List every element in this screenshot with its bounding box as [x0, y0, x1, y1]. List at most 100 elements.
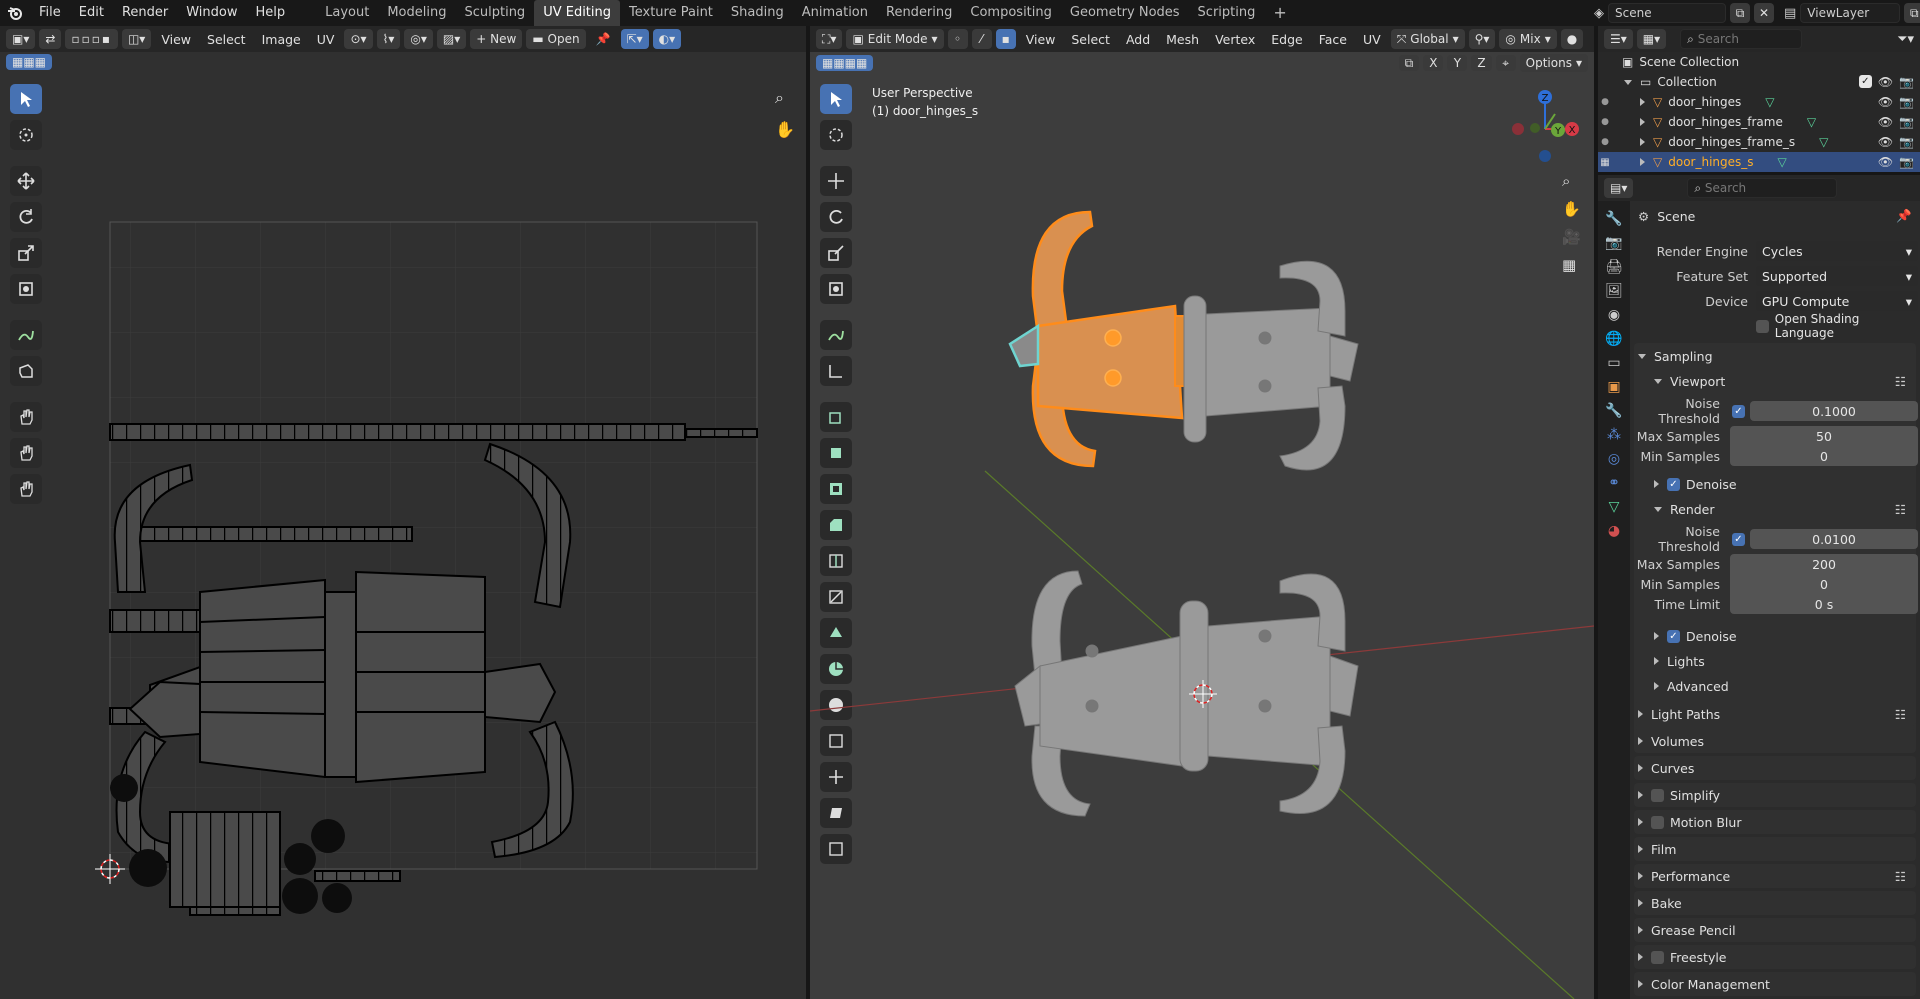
outliner-search-input[interactable]: ⌕ Search	[1680, 29, 1803, 49]
world-tab-icon[interactable]: 🌐	[1605, 331, 1622, 347]
menu-edit[interactable]: Edit	[70, 0, 113, 26]
r-noise-field[interactable]: 0.0100	[1750, 529, 1918, 549]
render-icon[interactable]: 📷	[1899, 155, 1914, 169]
material-tab-icon[interactable]: ◕	[1608, 523, 1620, 539]
uv-menu-image[interactable]: Image	[256, 32, 307, 47]
outliner-collection[interactable]: ▭ Collection ✓ 👁 📷	[1624, 72, 1914, 92]
output-tab-icon[interactable]: 🖨	[1605, 259, 1623, 275]
collection-visibility-icon[interactable]: 👁	[1878, 75, 1893, 89]
panel-light-paths[interactable]: Light Paths ☷	[1638, 701, 1912, 727]
r-max-field[interactable]: 200	[1730, 554, 1918, 574]
properties-editor-type-icon[interactable]: ▤▾	[1604, 178, 1634, 198]
collection-tab-icon[interactable]: ▭	[1607, 355, 1620, 371]
tab-scripting[interactable]: Scripting	[1189, 0, 1265, 26]
advanced-header[interactable]: Advanced	[1654, 673, 1912, 699]
pivot-icon[interactable]: ⊙▾	[344, 29, 373, 49]
menu-file[interactable]: File	[30, 0, 70, 26]
sync-selection-icon[interactable]: ⇄	[39, 29, 62, 49]
object-tab-icon[interactable]: ▣	[1607, 379, 1620, 395]
hinge-selected[interactable]	[1008, 210, 1211, 468]
uv-layout[interactable]	[0, 72, 806, 999]
physics-tab-icon[interactable]: ◎	[1608, 451, 1620, 467]
render-subpanel-header[interactable]: Render ☷	[1654, 496, 1912, 522]
panel-film[interactable]: Film	[1638, 836, 1912, 862]
r-denoise-header[interactable]: ✓ Denoise	[1654, 623, 1912, 649]
panel-grease-pencil[interactable]: Grease Pencil	[1638, 917, 1912, 943]
proportional-icon[interactable]: ◎▾	[404, 29, 433, 49]
new-image-button[interactable]: + New	[470, 29, 523, 49]
gizmo-toggle-icon[interactable]: ⇱▾	[620, 29, 649, 49]
visibility-icon[interactable]: 👁	[1878, 135, 1893, 149]
render-icon[interactable]: 📷	[1899, 115, 1914, 129]
constraints-tab-icon[interactable]: ⚭	[1608, 475, 1620, 491]
add-workspace-icon[interactable]: +	[1264, 0, 1295, 26]
panel-bake[interactable]: Bake	[1638, 890, 1912, 916]
view-layer-tab-icon[interactable]: 🖼	[1605, 283, 1623, 299]
render-engine-select[interactable]: Cycles ▾	[1756, 241, 1918, 261]
scene-icon[interactable]: ◈	[1594, 6, 1604, 21]
performance-presets-icon[interactable]: ☷	[1895, 869, 1906, 884]
device-select[interactable]: GPU Compute ▾	[1756, 291, 1918, 311]
viewport-subpanel-header[interactable]: Viewport ☷	[1654, 368, 1912, 394]
panel-performance[interactable]: Performance ☷	[1638, 863, 1912, 889]
select-mode-icons[interactable]: ▫▫▫▪	[65, 29, 118, 49]
r-noise-checkbox[interactable]: ✓	[1732, 532, 1745, 546]
properties-search-input[interactable]: ⌕ Search	[1687, 178, 1838, 198]
render-tab-icon[interactable]: 📷	[1605, 235, 1622, 251]
panel-volumes[interactable]: Volumes	[1638, 728, 1912, 754]
view-layer-selector[interactable]: ViewLayer	[1800, 3, 1901, 23]
uv-select-mode-icon[interactable]: ▦▦▦	[6, 54, 53, 70]
open-image-button[interactable]: ▬ Open	[526, 29, 586, 49]
freestyle-checkbox[interactable]	[1651, 950, 1664, 964]
vp-denoise-header[interactable]: ✓ Denoise	[1654, 471, 1912, 497]
menu-window[interactable]: Window	[177, 0, 246, 26]
outliner-object-row-selected[interactable]: ▦ ▽ door_hinges_s ▽ 👁 📷	[1598, 152, 1920, 172]
sticky-select-icon[interactable]: ◫▾	[121, 29, 152, 49]
vp-min-field[interactable]: 0	[1730, 446, 1918, 466]
pin-context-icon[interactable]: 📌	[1896, 208, 1912, 224]
vp-noise-checkbox[interactable]: ✓	[1732, 404, 1745, 418]
image-browse-icon[interactable]: ▨▾	[436, 29, 467, 49]
light-paths-presets-icon[interactable]: ☷	[1895, 707, 1906, 722]
tool-tab-icon[interactable]: 🔧	[1605, 211, 1622, 227]
snap-icon[interactable]: ⌇▾	[376, 29, 401, 49]
pin-icon[interactable]: 📌	[590, 29, 617, 49]
visibility-icon[interactable]: 👁	[1878, 115, 1893, 129]
collection-exclude-checkbox[interactable]: ✓	[1858, 75, 1872, 88]
tab-texture-paint[interactable]: Texture Paint	[620, 0, 722, 26]
panel-motion-blur[interactable]: Motion Blur	[1638, 809, 1912, 835]
tab-uv-editing[interactable]: UV Editing	[534, 0, 621, 26]
sampling-header[interactable]: Sampling	[1638, 343, 1912, 369]
r-min-field[interactable]: 0	[1730, 574, 1918, 594]
vp-max-field[interactable]: 50	[1730, 426, 1918, 446]
outliner-editor-type-icon[interactable]: ☰▾	[1604, 29, 1633, 49]
panel-color-management[interactable]: Color Management	[1638, 971, 1912, 997]
outliner-object-row[interactable]: ● ▽ door_hinges ▽ 👁 📷	[1598, 92, 1920, 112]
uv-menu-select[interactable]: Select	[201, 32, 252, 47]
outliner-object-row[interactable]: ● ▽ door_hinges_frame ▽ 👁 📷	[1598, 112, 1920, 132]
visibility-icon[interactable]: 👁	[1878, 155, 1893, 169]
panel-freestyle[interactable]: Freestyle	[1638, 944, 1912, 970]
vp-noise-field[interactable]: 0.1000	[1750, 401, 1918, 421]
osl-checkbox[interactable]	[1756, 319, 1769, 333]
panel-simplify[interactable]: Simplify	[1638, 782, 1912, 808]
vp-denoise-checkbox[interactable]: ✓	[1667, 477, 1680, 491]
feature-set-select[interactable]: Supported ▾	[1756, 266, 1918, 286]
tab-sculpting[interactable]: Sculpting	[455, 0, 534, 26]
particles-tab-icon[interactable]: ⁂	[1607, 427, 1621, 443]
menu-render[interactable]: Render	[113, 0, 177, 26]
overlay-toggle-icon[interactable]: ◐▾	[652, 29, 682, 49]
display-mode-icon[interactable]: ▦▾	[1636, 29, 1667, 49]
collection-render-icon[interactable]: 📷	[1899, 75, 1914, 89]
outliner-scene-collection[interactable]: ▣ Scene Collection	[1622, 52, 1739, 72]
outliner-object-row[interactable]: ● ▽ door_hinges_frame_s ▽ 👁 📷	[1598, 132, 1920, 152]
tab-shading[interactable]: Shading	[722, 0, 793, 26]
tab-geometry-nodes[interactable]: Geometry Nodes	[1061, 0, 1189, 26]
uv-menu-uv[interactable]: UV	[311, 32, 341, 47]
render-icon[interactable]: 📷	[1899, 95, 1914, 109]
scene-tab-icon[interactable]: ◉	[1608, 307, 1620, 323]
filter-icon[interactable]: ⏷▾	[1897, 32, 1914, 47]
blender-logo-icon[interactable]	[0, 5, 30, 21]
editor-type-icon[interactable]: ▣▾	[6, 29, 36, 49]
viewport-scene[interactable]	[810, 26, 1594, 999]
